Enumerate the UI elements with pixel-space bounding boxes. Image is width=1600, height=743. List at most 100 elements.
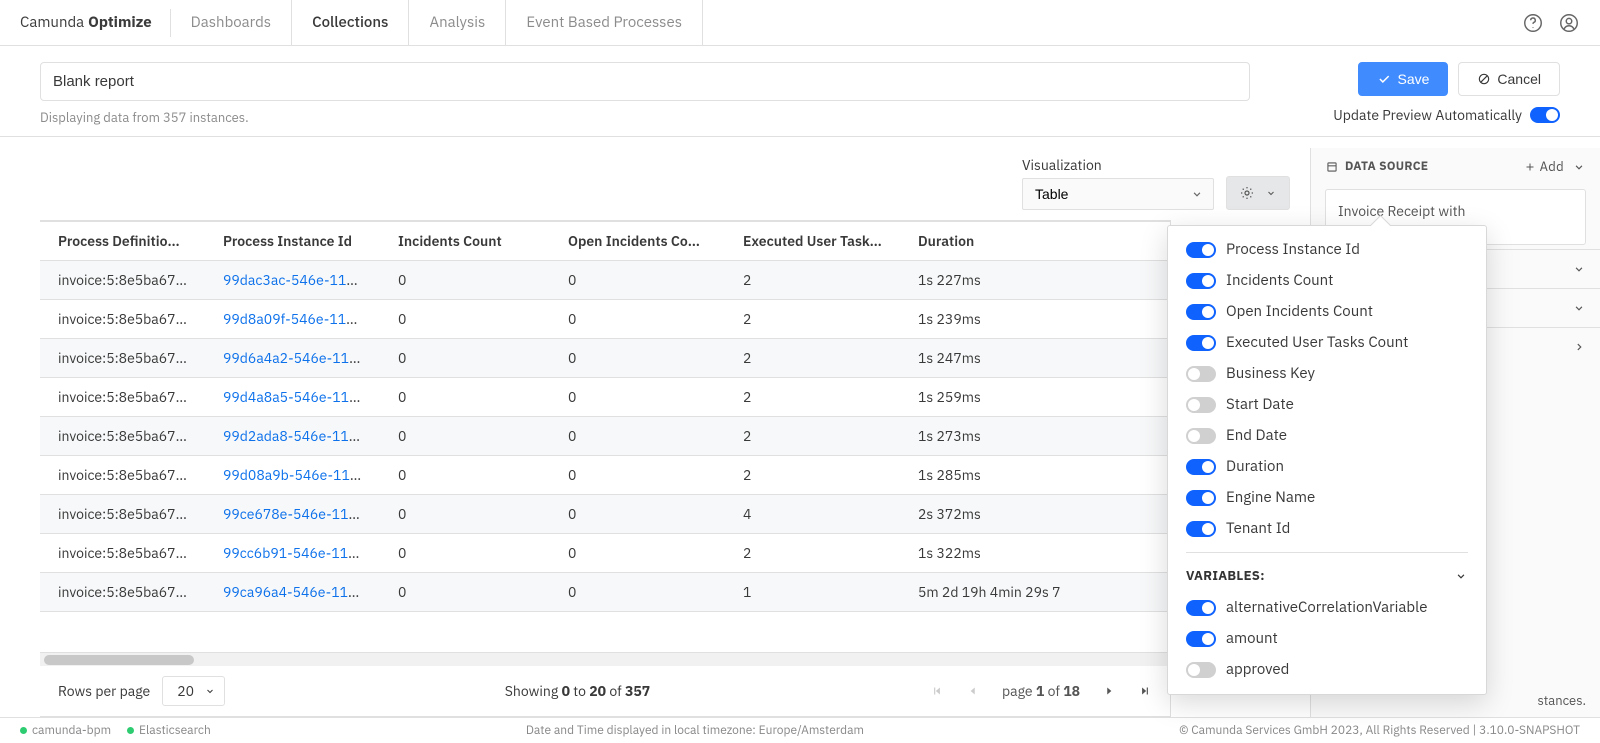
- visualization-label: Visualization: [1022, 156, 1214, 174]
- column-toggle-label: Business Key: [1226, 364, 1315, 383]
- add-label: Add: [1540, 158, 1564, 175]
- cell-exec-tasks: 2: [725, 417, 900, 456]
- check-icon: [1377, 72, 1391, 86]
- cancel-button-label: Cancel: [1497, 71, 1541, 87]
- column-toggle-row: amount: [1186, 623, 1468, 654]
- column-toggle-row: Incidents Count: [1186, 265, 1468, 296]
- column-toggle[interactable]: [1186, 631, 1216, 647]
- column-toggle[interactable]: [1186, 304, 1216, 320]
- column-toggle-row: boolVar: [1186, 685, 1468, 686]
- brand-name: Camunda: [20, 13, 84, 32]
- horizontal-scrollbar[interactable]: [40, 652, 1170, 666]
- cell-duration: 1s 259ms: [900, 378, 1170, 417]
- cell-incidents: 0: [380, 378, 550, 417]
- cell-process-def: invoice:5:8e5ba671-5...: [40, 339, 205, 378]
- cell-exec-tasks: 2: [725, 378, 900, 417]
- col-duration[interactable]: Duration: [900, 222, 1170, 261]
- cell-open-incidents: 0: [550, 300, 725, 339]
- cell-process-inst[interactable]: 99d08a9b-546e-11ed-8...: [205, 456, 380, 495]
- cell-process-inst[interactable]: 99ce678e-546e-11ed-8...: [205, 495, 380, 534]
- cell-duration: 1s 285ms: [900, 456, 1170, 495]
- prev-page-button[interactable]: [966, 684, 980, 698]
- cell-exec-tasks: 1: [725, 573, 900, 612]
- column-toggle-label: approved: [1226, 660, 1289, 679]
- cell-exec-tasks: 2: [725, 300, 900, 339]
- column-toggle[interactable]: [1186, 397, 1216, 413]
- visualization-select[interactable]: Table: [1022, 178, 1214, 210]
- column-toggle[interactable]: [1186, 662, 1216, 678]
- table-row: invoice:5:8e5ba671-5...99d2ada8-546e-11e…: [40, 417, 1170, 456]
- cell-incidents: 0: [380, 339, 550, 378]
- cell-process-inst[interactable]: 99d2ada8-546e-11ed-8...: [205, 417, 380, 456]
- save-button-label: Save: [1397, 71, 1429, 87]
- cell-process-def: invoice:5:8e5ba671-5...: [40, 378, 205, 417]
- column-settings-button[interactable]: [1226, 176, 1290, 210]
- status-bar: camunda-bpm Elasticsearch Date and Time …: [0, 717, 1600, 743]
- report-name-input[interactable]: [40, 62, 1250, 101]
- column-settings-popover: Process Instance IdIncidents CountOpen I…: [1167, 225, 1487, 695]
- col-exec-tasks[interactable]: Executed User Tasks C...: [725, 222, 900, 261]
- nav-analysis[interactable]: Analysis: [409, 0, 506, 45]
- cell-process-inst[interactable]: 99cc6b91-546e-11ed-8...: [205, 534, 380, 573]
- engine-status: camunda-bpm: [20, 723, 111, 738]
- column-toggle[interactable]: [1186, 242, 1216, 258]
- column-toggle-label: Open Incidents Count: [1226, 302, 1373, 321]
- auto-preview-toggle[interactable]: [1530, 107, 1560, 123]
- cell-exec-tasks: 4: [725, 495, 900, 534]
- cell-process-inst[interactable]: 99ca96a4-546e-11ed-8...: [205, 573, 380, 612]
- user-icon[interactable]: [1558, 12, 1580, 34]
- cell-process-inst[interactable]: 99d8a09f-546e-11ed-8...: [205, 300, 380, 339]
- col-process-inst[interactable]: Process Instance Id: [205, 222, 380, 261]
- column-toggle-label: Start Date: [1226, 395, 1294, 414]
- next-page-button[interactable]: [1102, 684, 1116, 698]
- collapse-panel-button[interactable]: [1572, 160, 1586, 174]
- chevron-down-icon: [204, 685, 216, 697]
- cell-process-inst[interactable]: 99d6a4a2-546e-11ed-8...: [205, 339, 380, 378]
- column-toggle[interactable]: [1186, 366, 1216, 382]
- column-toggle-label: End Date: [1226, 426, 1287, 445]
- cell-open-incidents: 0: [550, 339, 725, 378]
- cell-duration: 2s 372ms: [900, 495, 1170, 534]
- nav-event-based[interactable]: Event Based Processes: [506, 0, 703, 45]
- cell-open-incidents: 0: [550, 456, 725, 495]
- cell-duration: 1s 227ms: [900, 261, 1170, 300]
- chevron-down-icon: [1572, 301, 1586, 315]
- cell-process-inst[interactable]: 99d4a8a5-546e-11ed-8...: [205, 378, 380, 417]
- cell-duration: 5m 2d 19h 4min 29s 7: [900, 573, 1170, 612]
- rows-per-page-select[interactable]: 20: [162, 676, 225, 706]
- cell-process-inst[interactable]: 99dac3ac-546e-11ed-8...: [205, 261, 380, 300]
- first-page-button[interactable]: [930, 684, 944, 698]
- cell-process-def: invoice:5:8e5ba671-5...: [40, 456, 205, 495]
- auto-preview-label: Update Preview Automatically: [1333, 106, 1522, 124]
- cell-process-def: invoice:5:8e5ba671-5...: [40, 261, 205, 300]
- table-row: invoice:5:8e5ba671-5...99d4a8a5-546e-11e…: [40, 378, 1170, 417]
- col-process-def[interactable]: Process Definition Id: [40, 222, 205, 261]
- nav-collections[interactable]: Collections: [292, 0, 409, 45]
- col-open-incidents[interactable]: Open Incidents Count: [550, 222, 725, 261]
- cell-open-incidents: 0: [550, 534, 725, 573]
- table-row: invoice:5:8e5ba671-5...99dac3ac-546e-11e…: [40, 261, 1170, 300]
- add-data-source-button[interactable]: Add: [1524, 158, 1564, 175]
- app-header: Camunda Optimize Dashboards Collections …: [0, 0, 1600, 46]
- help-icon[interactable]: [1522, 12, 1544, 34]
- nav-dashboards[interactable]: Dashboards: [171, 0, 292, 45]
- column-toggle-row: Executed User Tasks Count: [1186, 327, 1468, 358]
- column-toggle[interactable]: [1186, 335, 1216, 351]
- column-toggle[interactable]: [1186, 459, 1216, 475]
- save-button[interactable]: Save: [1358, 62, 1448, 96]
- variables-header[interactable]: VARIABLES:: [1186, 552, 1468, 592]
- column-toggle-label: Incidents Count: [1226, 271, 1333, 290]
- showing-info: Showing 0 to 20 of 357: [505, 682, 650, 700]
- col-incidents[interactable]: Incidents Count: [380, 222, 550, 261]
- last-page-button[interactable]: [1138, 684, 1152, 698]
- column-toggle[interactable]: [1186, 490, 1216, 506]
- chevron-down-icon: [1265, 187, 1277, 199]
- column-toggle-row: Start Date: [1186, 389, 1468, 420]
- column-toggle[interactable]: [1186, 600, 1216, 616]
- cell-open-incidents: 0: [550, 495, 725, 534]
- cancel-button[interactable]: Cancel: [1458, 62, 1560, 96]
- column-toggle[interactable]: [1186, 273, 1216, 289]
- column-toggle[interactable]: [1186, 428, 1216, 444]
- column-toggle[interactable]: [1186, 521, 1216, 537]
- gear-icon: [1239, 185, 1255, 201]
